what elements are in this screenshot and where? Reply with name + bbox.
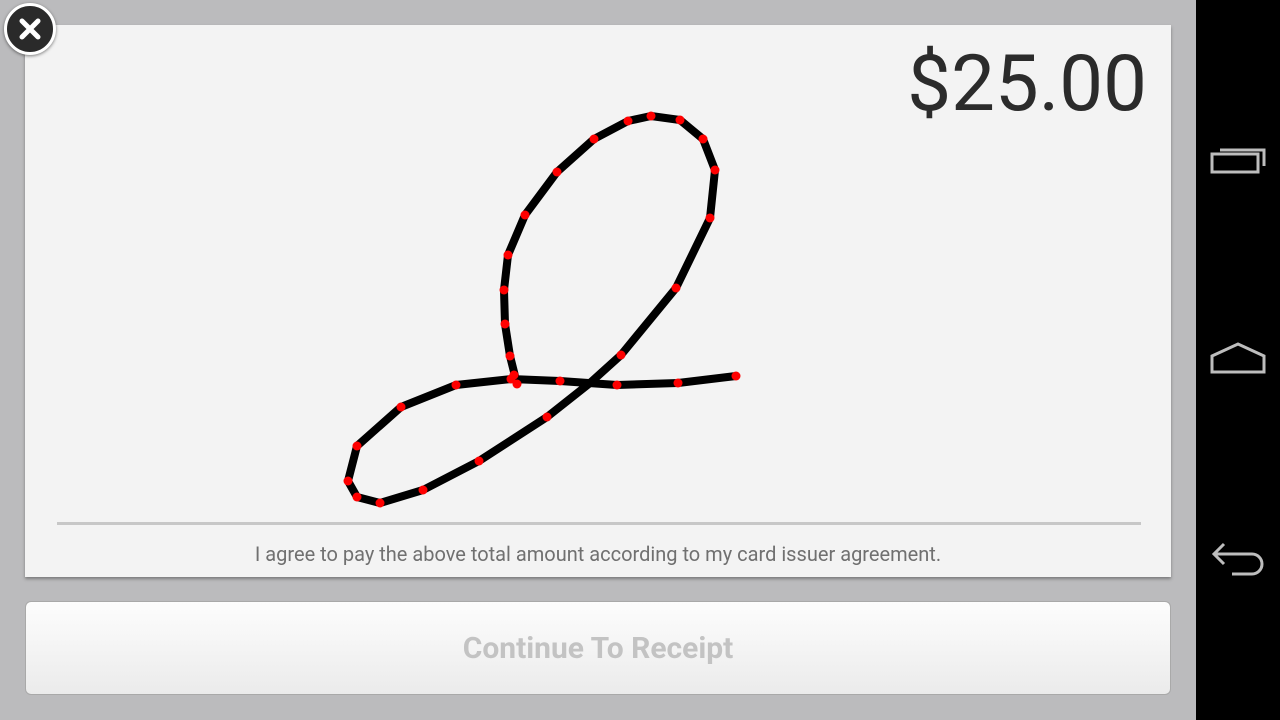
back-icon[interactable] [1206,538,1270,578]
signature-pad[interactable]: $25.00 I agree to pay the above total am… [25,25,1171,577]
signature-screen: $25.00 I agree to pay the above total am… [0,0,1196,720]
signature-drawing [343,111,741,508]
system-nav-bar [1196,0,1280,720]
continue-to-receipt-button[interactable]: Continue To Receipt [25,601,1171,695]
close-button[interactable] [4,3,56,55]
recent-apps-icon[interactable] [1206,140,1270,180]
signature-stroke [344,112,740,507]
signature-baseline [57,522,1141,525]
home-icon[interactable] [1206,338,1270,378]
agreement-text: I agree to pay the above total amount ac… [254,542,942,566]
signature-points [343,111,741,508]
close-icon [19,18,41,40]
